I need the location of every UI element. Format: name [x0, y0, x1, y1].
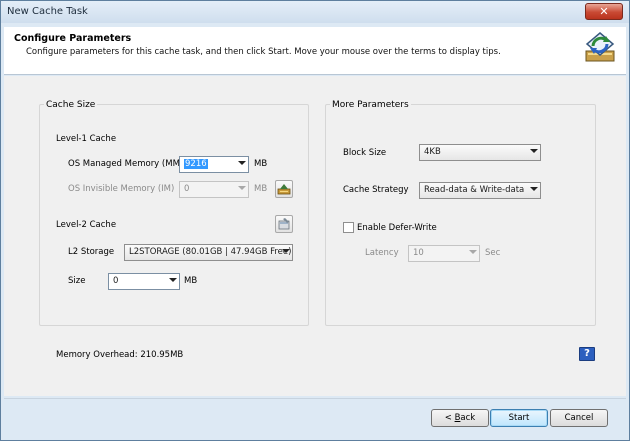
os-invisible-memory-combo[interactable]: 0	[179, 181, 249, 198]
chevron-down-icon[interactable]	[469, 250, 477, 254]
cache-strategy-value: Read-data & Write-data	[424, 185, 525, 195]
latency-value: 10	[413, 248, 424, 258]
cache-size-title: Cache Size	[44, 100, 98, 110]
cancel-button[interactable]: Cancel	[550, 409, 608, 427]
header-title: Configure Parameters	[14, 33, 132, 44]
chevron-down-icon[interactable]	[530, 149, 538, 153]
cache-strategy-select[interactable]: Read-data & Write-data	[419, 182, 541, 199]
os-invisible-memory-unit: MB	[254, 184, 268, 194]
os-managed-memory-label: OS Managed Memory (MM)	[68, 159, 184, 169]
l2-storage-value: L2STORAGE (80.01GB | 47.94GB Free)	[129, 247, 292, 257]
header-subtitle: Configure parameters for this cache task…	[26, 47, 501, 57]
l2-size-label: Size	[68, 276, 86, 286]
chevron-down-icon[interactable]	[238, 161, 246, 165]
cache-strategy-label: Cache Strategy	[343, 185, 409, 195]
chevron-down-icon[interactable]	[282, 249, 290, 253]
chevron-down-icon[interactable]	[238, 186, 246, 190]
memory-overhead-text: Memory Overhead: 210.95MB	[56, 350, 184, 360]
latency-unit: Sec	[485, 248, 501, 258]
chevron-down-icon[interactable]	[530, 187, 538, 191]
close-button[interactable]: ✕	[585, 3, 623, 20]
wizard-body: Cache Size Level-1 Cache OS Managed Memo…	[4, 76, 626, 396]
more-parameters-group	[325, 104, 596, 326]
help-icon[interactable]: ?	[579, 347, 595, 361]
back-prefix: <	[444, 413, 455, 423]
defer-write-label[interactable]: Enable Defer-Write	[357, 223, 437, 233]
level1-cache-title: Level-1 Cache	[56, 134, 117, 144]
title-bar[interactable]: New Cache Task ✕	[1, 1, 629, 23]
start-button[interactable]: Start	[490, 409, 548, 427]
l2-size-value: 0	[113, 276, 119, 286]
block-size-label: Block Size	[343, 148, 387, 158]
l2-size-combo[interactable]: 0	[108, 273, 180, 290]
os-invisible-memory-value: 0	[184, 184, 190, 194]
defer-write-checkbox[interactable]	[343, 222, 354, 233]
window-title: New Cache Task	[7, 6, 88, 17]
wizard-header: Configure Parameters Configure parameter…	[4, 27, 626, 75]
footer-divider	[4, 398, 626, 399]
chevron-down-icon[interactable]	[169, 278, 177, 282]
cache-wizard-icon	[585, 32, 615, 62]
memory-settings-button[interactable]	[275, 180, 293, 198]
os-managed-memory-unit: MB	[254, 159, 268, 169]
storage-settings-icon	[278, 218, 290, 230]
more-parameters-title: More Parameters	[330, 100, 411, 110]
latency-label: Latency	[365, 248, 399, 258]
block-size-value: 4KB	[424, 147, 441, 157]
os-invisible-memory-label: OS Invisible Memory (IM)	[68, 184, 175, 194]
back-rest: ack	[460, 413, 476, 423]
back-button[interactable]: < Back	[431, 409, 489, 427]
latency-combo[interactable]: 10	[408, 245, 480, 262]
l2-storage-select[interactable]: L2STORAGE (80.01GB | 47.94GB Free)	[124, 244, 293, 261]
block-size-select[interactable]: 4KB	[419, 144, 541, 161]
os-managed-memory-combo[interactable]: 9216	[179, 156, 249, 173]
new-cache-task-window: New Cache Task ✕ Configure Parameters Co…	[0, 0, 630, 441]
storage-settings-button[interactable]	[275, 215, 293, 233]
level2-cache-title: Level-2 Cache	[56, 220, 117, 230]
os-managed-memory-value: 9216	[184, 159, 208, 169]
memory-settings-icon	[277, 184, 291, 195]
l2-storage-label: L2 Storage	[68, 247, 115, 257]
l2-size-unit: MB	[184, 276, 198, 286]
